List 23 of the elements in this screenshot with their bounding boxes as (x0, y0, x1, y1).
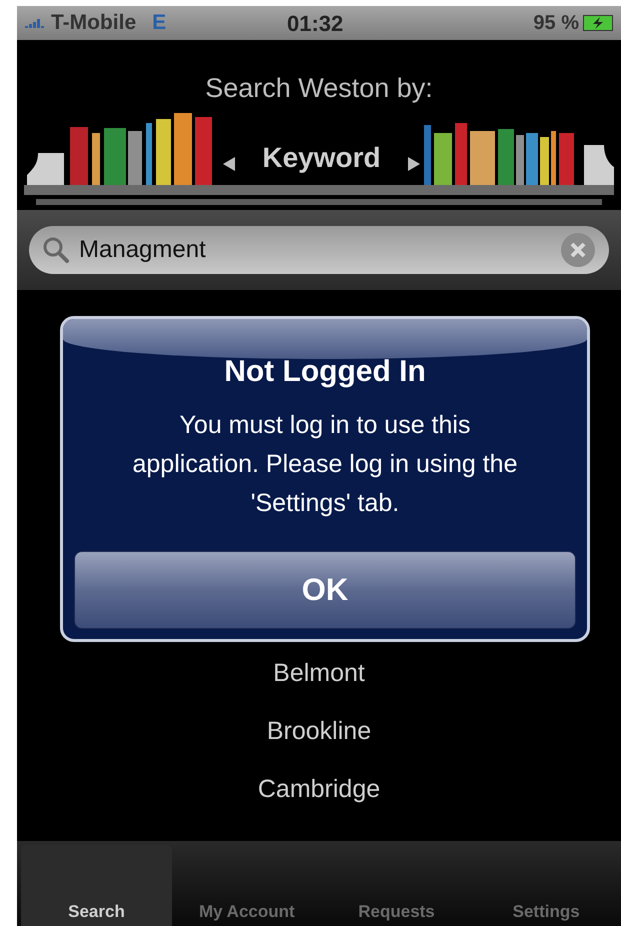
tab[interactable]: Requests (322, 841, 472, 926)
tab[interactable]: Search (21, 845, 172, 926)
search-type[interactable]: Keyword (235, 136, 408, 178)
search-icon (43, 237, 69, 263)
tab[interactable]: Settings (471, 841, 621, 926)
tab[interactable]: My Account (172, 841, 322, 926)
alert-title: Not Logged In (224, 354, 426, 390)
alert-message: You must log in to use this application. Please log in using the 'Settings' tab. (132, 410, 518, 519)
left-arrow-icon[interactable] (223, 156, 235, 170)
ok-button[interactable]: OK (74, 551, 576, 629)
clock: 01:32 (287, 10, 344, 38)
search-text: Managment (79, 235, 207, 265)
library-item[interactable]: Belmont (273, 655, 365, 691)
library-item[interactable]: Cambridge (258, 771, 380, 807)
right-arrow-icon[interactable] (408, 156, 420, 170)
network-type: E (152, 10, 166, 36)
battery-percent: 95 % (533, 11, 579, 36)
charging-battery-icon (583, 15, 613, 31)
search-field[interactable]: Managment (29, 226, 609, 274)
carrier-name: T-Mobile (51, 10, 136, 36)
search-heading: Search Weston by: (205, 72, 433, 105)
library-item[interactable]: Brookline (266, 713, 372, 749)
signal-icon (25, 17, 47, 29)
